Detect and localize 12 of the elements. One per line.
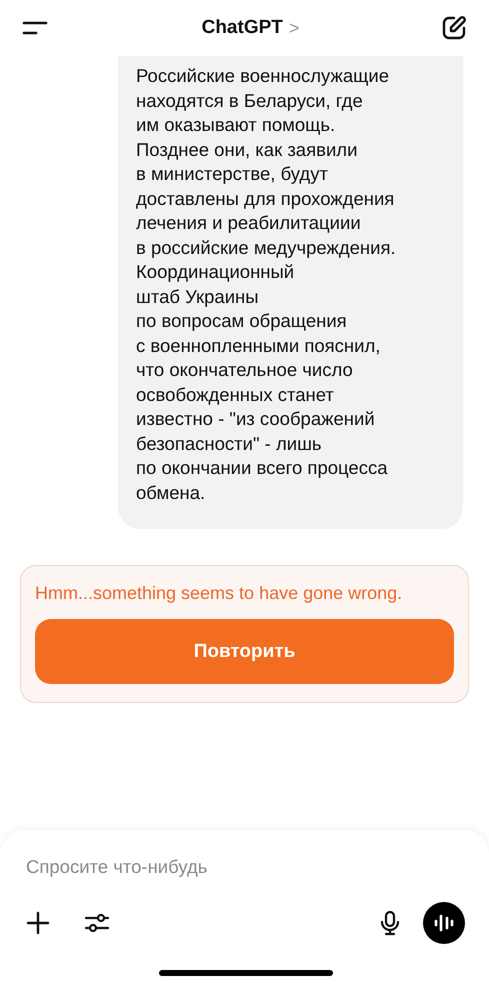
message-input[interactable]: Спросите что-нибудь — [26, 856, 465, 878]
retry-button[interactable]: Повторить — [35, 619, 454, 684]
microphone-icon[interactable] — [379, 910, 401, 936]
menu-icon[interactable] — [22, 21, 48, 35]
message-text: Российские военнослужащие находятся в Беларуси, где им оказывают помощь. Позднее они, как заявили в министерстве, будут доставлены для прохождения лечения и реабилитациии в российские медучреждения. Координационный штаб Украины по вопросам обращения с военнопленными пояснил, что окончательное число освобожденных станет известно - "из соображений безопасности" - лишь по окончании всего процесса обмена. — [136, 64, 397, 504]
edit-icon[interactable] — [440, 15, 467, 41]
chevron-icon[interactable]: > — [288, 18, 300, 38]
voice-wave-icon[interactable] — [423, 902, 465, 944]
error-message: Hmm...something seems to have gone wrong. — [35, 582, 404, 605]
app-title[interactable]: ChatGPT — [202, 17, 283, 39]
plus-icon[interactable] — [26, 911, 50, 935]
sliders-icon[interactable] — [84, 911, 110, 935]
